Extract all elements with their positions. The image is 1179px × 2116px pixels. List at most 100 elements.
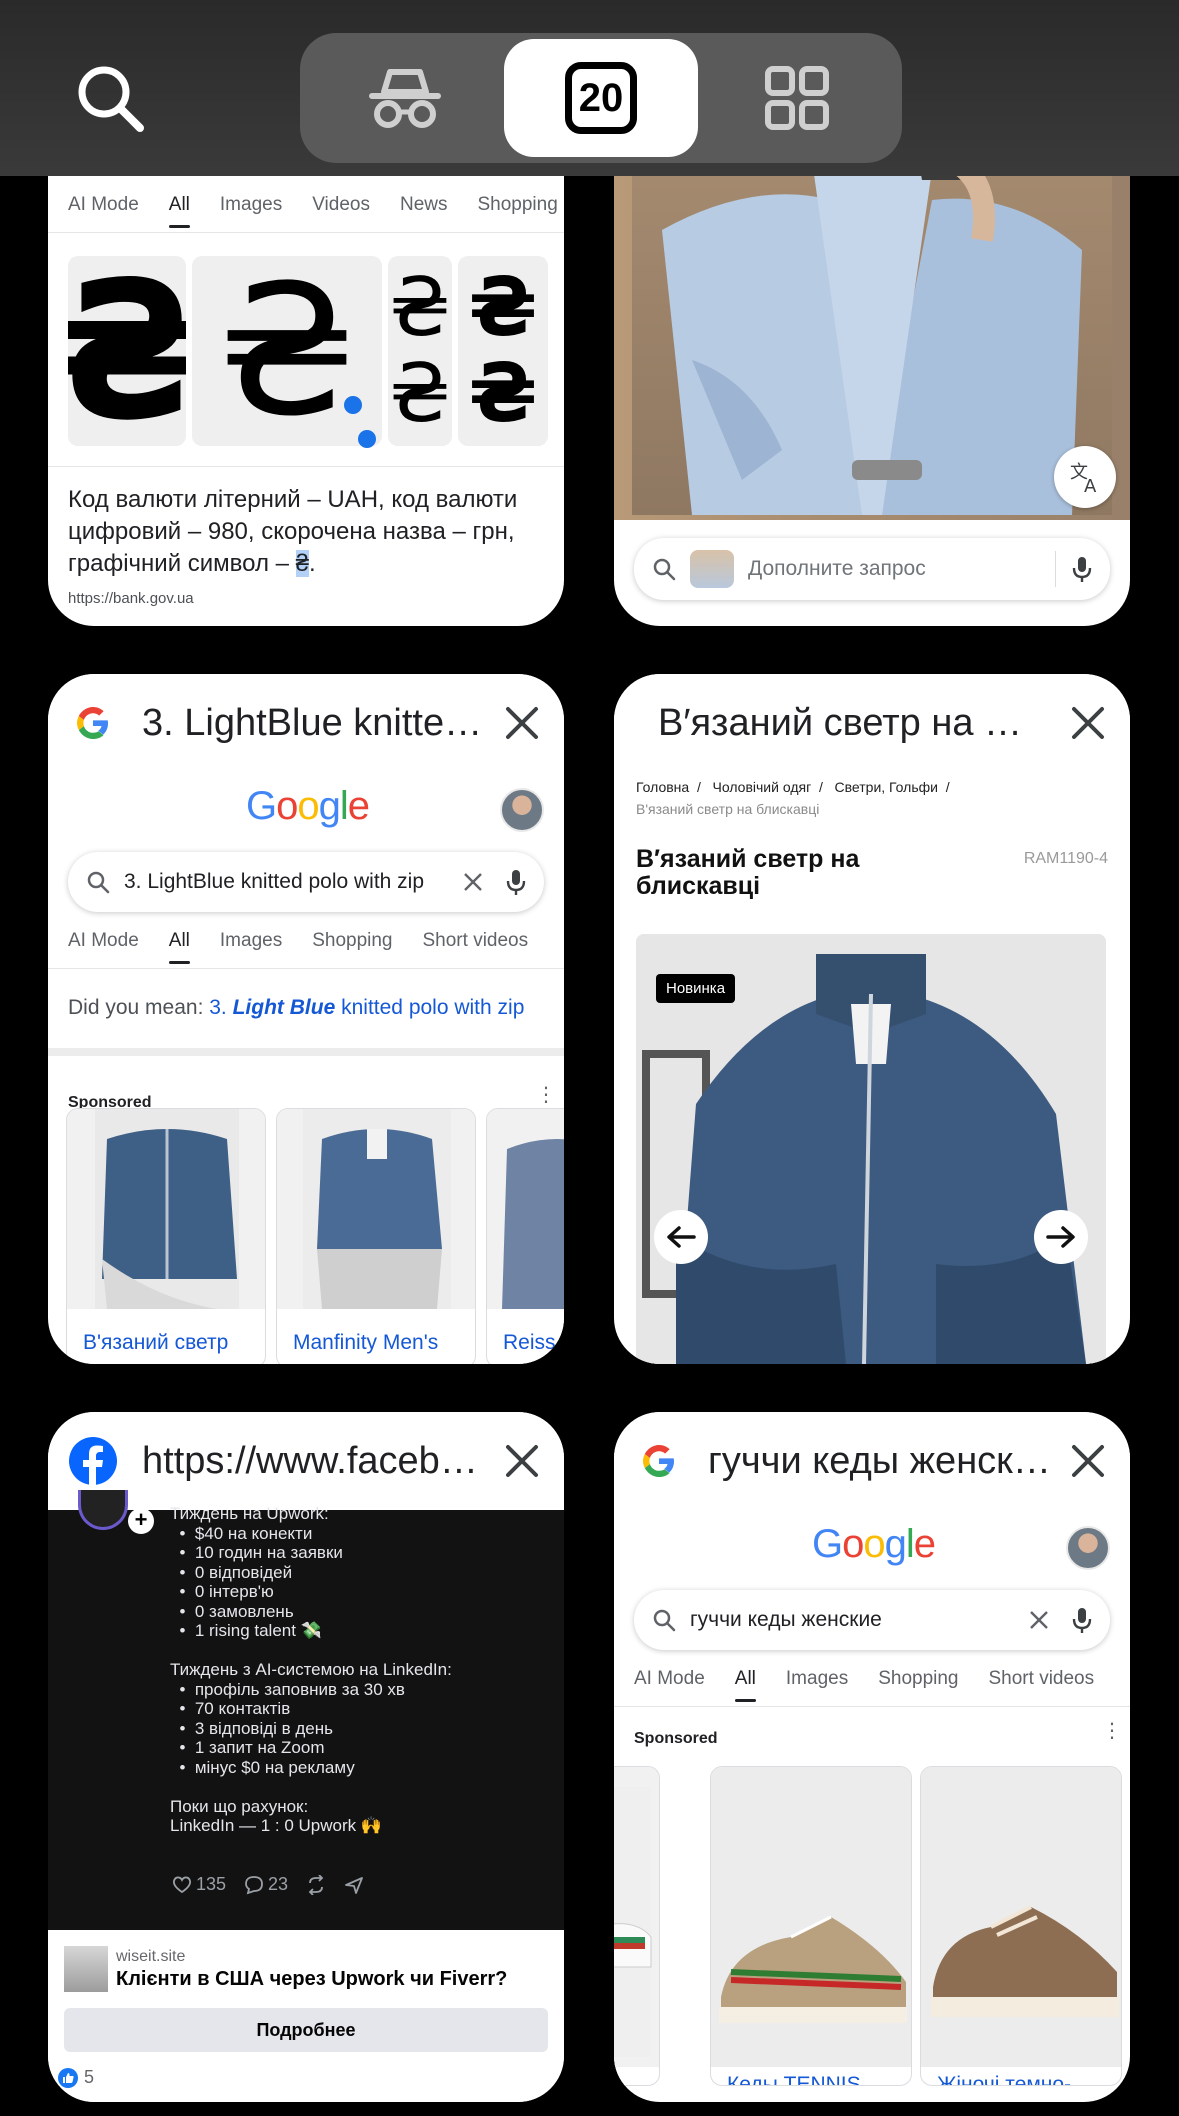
source-url[interactable]: https://bank.gov.ua xyxy=(68,590,194,607)
search-input[interactable]: 3. LightBlue knitted polo with zip xyxy=(124,870,452,894)
tab-all[interactable]: All xyxy=(168,194,191,228)
selection-end-handle[interactable] xyxy=(358,430,376,448)
profile-avatar[interactable] xyxy=(78,1490,128,1530)
search-box[interactable]: 3. LightBlue knitted polo with zip xyxy=(68,852,544,912)
product-card[interactable]: Кеды TENNIS xyxy=(710,1766,912,2086)
snippet-text: Код валюти літерний – UAH, код валюти ци… xyxy=(68,486,518,577)
search-filter-tabs: AI Mode All Images Shopping Short videos xyxy=(634,1668,1124,1702)
sponsored-label: Sponsored xyxy=(634,1730,718,1747)
product-card[interactable]: В'язаний светр xyxy=(66,1108,266,1364)
close-icon[interactable] xyxy=(500,701,544,745)
incognito-icon xyxy=(369,69,441,128)
search-input[interactable]: гуччи кеды женские xyxy=(690,1608,1018,1632)
tab-card-gucci-search[interactable]: гуччи кеды женские Google гуччи кеды жен… xyxy=(614,1412,1130,2102)
more-options-icon[interactable]: ⋮ xyxy=(1102,1721,1122,1741)
ad-learn-more-button[interactable]: Подробнее xyxy=(64,2008,548,2052)
product-name[interactable]: В'язаний светр xyxy=(83,1331,228,1355)
tab-card-hryvnia-search[interactable]: AI Mode All Images Videos News Shopping … xyxy=(48,120,564,626)
avatar[interactable] xyxy=(500,788,544,832)
reaction-count: 5 xyxy=(84,2067,95,2087)
tab-images[interactable]: Images xyxy=(220,194,282,216)
breadcrumb-item[interactable]: Головна xyxy=(636,779,689,795)
did-you-mean-label: Did you mean: xyxy=(68,996,204,1019)
selection-start-handle[interactable] xyxy=(344,396,362,414)
did-you-mean-link[interactable]: 3. Light Blue knitted polo with zip xyxy=(209,996,524,1019)
selected-text[interactable]: ₴ xyxy=(295,550,310,577)
product-card[interactable]: Жіночі темно- xyxy=(920,1766,1122,2086)
open-tabs-button[interactable]: 20 xyxy=(504,39,698,157)
lens-refine-box[interactable]: Дополните запрос xyxy=(634,538,1110,600)
search-icon xyxy=(78,66,144,132)
comment-icon xyxy=(245,1875,263,1894)
more-options-icon[interactable]: ⋮ xyxy=(536,1085,556,1105)
lens-refine-input[interactable]: Дополните запрос xyxy=(748,557,1055,581)
close-icon[interactable] xyxy=(1066,701,1110,745)
product-name[interactable]: Жіночі темно- xyxy=(937,2073,1071,2085)
like-stat[interactable]: 135 xyxy=(172,1874,226,1895)
tab-news[interactable]: News xyxy=(400,194,448,216)
product-name[interactable]: Manfinity Men's xyxy=(293,1331,438,1355)
microphone-icon[interactable] xyxy=(1072,1606,1092,1634)
avatar[interactable] xyxy=(1066,1526,1110,1570)
tab-all[interactable]: All xyxy=(734,1668,757,1702)
snippet-end: . xyxy=(309,550,316,577)
gallery-prev-button[interactable] xyxy=(654,1210,708,1264)
facebook-favicon-icon xyxy=(68,1436,118,1486)
search-tabs-button[interactable] xyxy=(72,60,152,140)
clear-icon[interactable] xyxy=(462,871,484,893)
product-card[interactable] xyxy=(614,1766,660,2086)
comment-stat[interactable]: 23 xyxy=(244,1874,288,1895)
breadcrumb-item[interactable]: Светри, Гольфи xyxy=(835,779,938,795)
follow-plus-icon[interactable]: + xyxy=(128,1508,154,1534)
image-result-hryvnia-1[interactable]: ₴ xyxy=(68,256,186,446)
tab-shopping[interactable]: Shopping xyxy=(312,930,392,952)
tab-card-lightblue-search[interactable]: 3. LightBlue knitted polo with zip Googl… xyxy=(48,674,564,1364)
send-icon[interactable] xyxy=(344,1875,364,1895)
product-card[interactable]: Manfinity Men's xyxy=(276,1108,476,1364)
product-name[interactable]: Reiss xyxy=(503,1331,556,1355)
translate-button[interactable]: 文 A xyxy=(1054,446,1116,508)
tab-short-videos[interactable]: Short videos xyxy=(423,930,529,952)
tab-images[interactable]: Images xyxy=(220,930,282,952)
repost-icon[interactable] xyxy=(306,1874,326,1895)
tab-short-videos[interactable]: Short videos xyxy=(989,1668,1095,1690)
tab-card-lens-shirt[interactable]: 文 A Дополните запрос xyxy=(614,120,1130,626)
breadcrumb: Головна / Чоловічий одяг / Светри, Гольф… xyxy=(636,779,950,817)
tab-card-sweater-product[interactable]: В′язаний светр на блискавці Головна / Чо… xyxy=(614,674,1130,1364)
search-box[interactable]: гуччи кеды женские xyxy=(634,1590,1110,1650)
tab-shopping[interactable]: Shopping xyxy=(477,194,557,216)
ad-site[interactable]: wiseit.site xyxy=(116,1948,185,1966)
incognito-tabs-button[interactable] xyxy=(308,39,502,157)
ad-title[interactable]: Клієнти в США через Upwork чи Fiverr? xyxy=(116,1968,507,1991)
microphone-icon[interactable] xyxy=(506,868,526,896)
product-card[interactable]: Reiss xyxy=(486,1108,564,1364)
product-name[interactable]: Кеды TENNIS xyxy=(727,2073,861,2085)
reactions-bar[interactable]: 5 xyxy=(58,2067,94,2088)
divider xyxy=(48,968,564,969)
tab-all[interactable]: All xyxy=(168,930,191,964)
close-icon[interactable] xyxy=(500,1439,544,1483)
divider xyxy=(1055,551,1056,587)
gallery-next-button[interactable] xyxy=(1034,1210,1088,1264)
tab-card-facebook[interactable]: https://www.facebook.com + Тиждень на Up… xyxy=(48,1412,564,2102)
search-filter-tabs: AI Mode All Images Shopping Short videos xyxy=(68,930,558,964)
image-result-hryvnia-3[interactable]: ₴₴ xyxy=(388,256,452,446)
tab-groups-button[interactable] xyxy=(700,39,894,157)
lens-thumbnail[interactable] xyxy=(690,550,734,588)
tab-images[interactable]: Images xyxy=(786,1668,848,1690)
breadcrumb-item[interactable]: Чоловічий одяг xyxy=(713,779,812,795)
microphone-icon[interactable] xyxy=(1072,555,1092,583)
ad-thumbnail[interactable] xyxy=(64,1946,108,1992)
product-image xyxy=(614,1767,659,2067)
tab-shopping[interactable]: Shopping xyxy=(878,1668,958,1690)
tab-ai-mode[interactable]: AI Mode xyxy=(68,930,139,952)
image-result-hryvnia-4[interactable]: ₴₴ xyxy=(458,256,548,446)
tab-ai-mode[interactable]: AI Mode xyxy=(634,1668,705,1690)
tab-videos[interactable]: Videos xyxy=(312,194,370,216)
close-icon[interactable] xyxy=(1066,1439,1110,1483)
shirt-image xyxy=(662,120,1082,516)
image-result-hryvnia-2[interactable]: ₴ xyxy=(192,256,382,446)
divider xyxy=(614,1706,1130,1707)
clear-icon[interactable] xyxy=(1028,1609,1050,1631)
tab-ai-mode[interactable]: AI Mode xyxy=(68,194,139,216)
